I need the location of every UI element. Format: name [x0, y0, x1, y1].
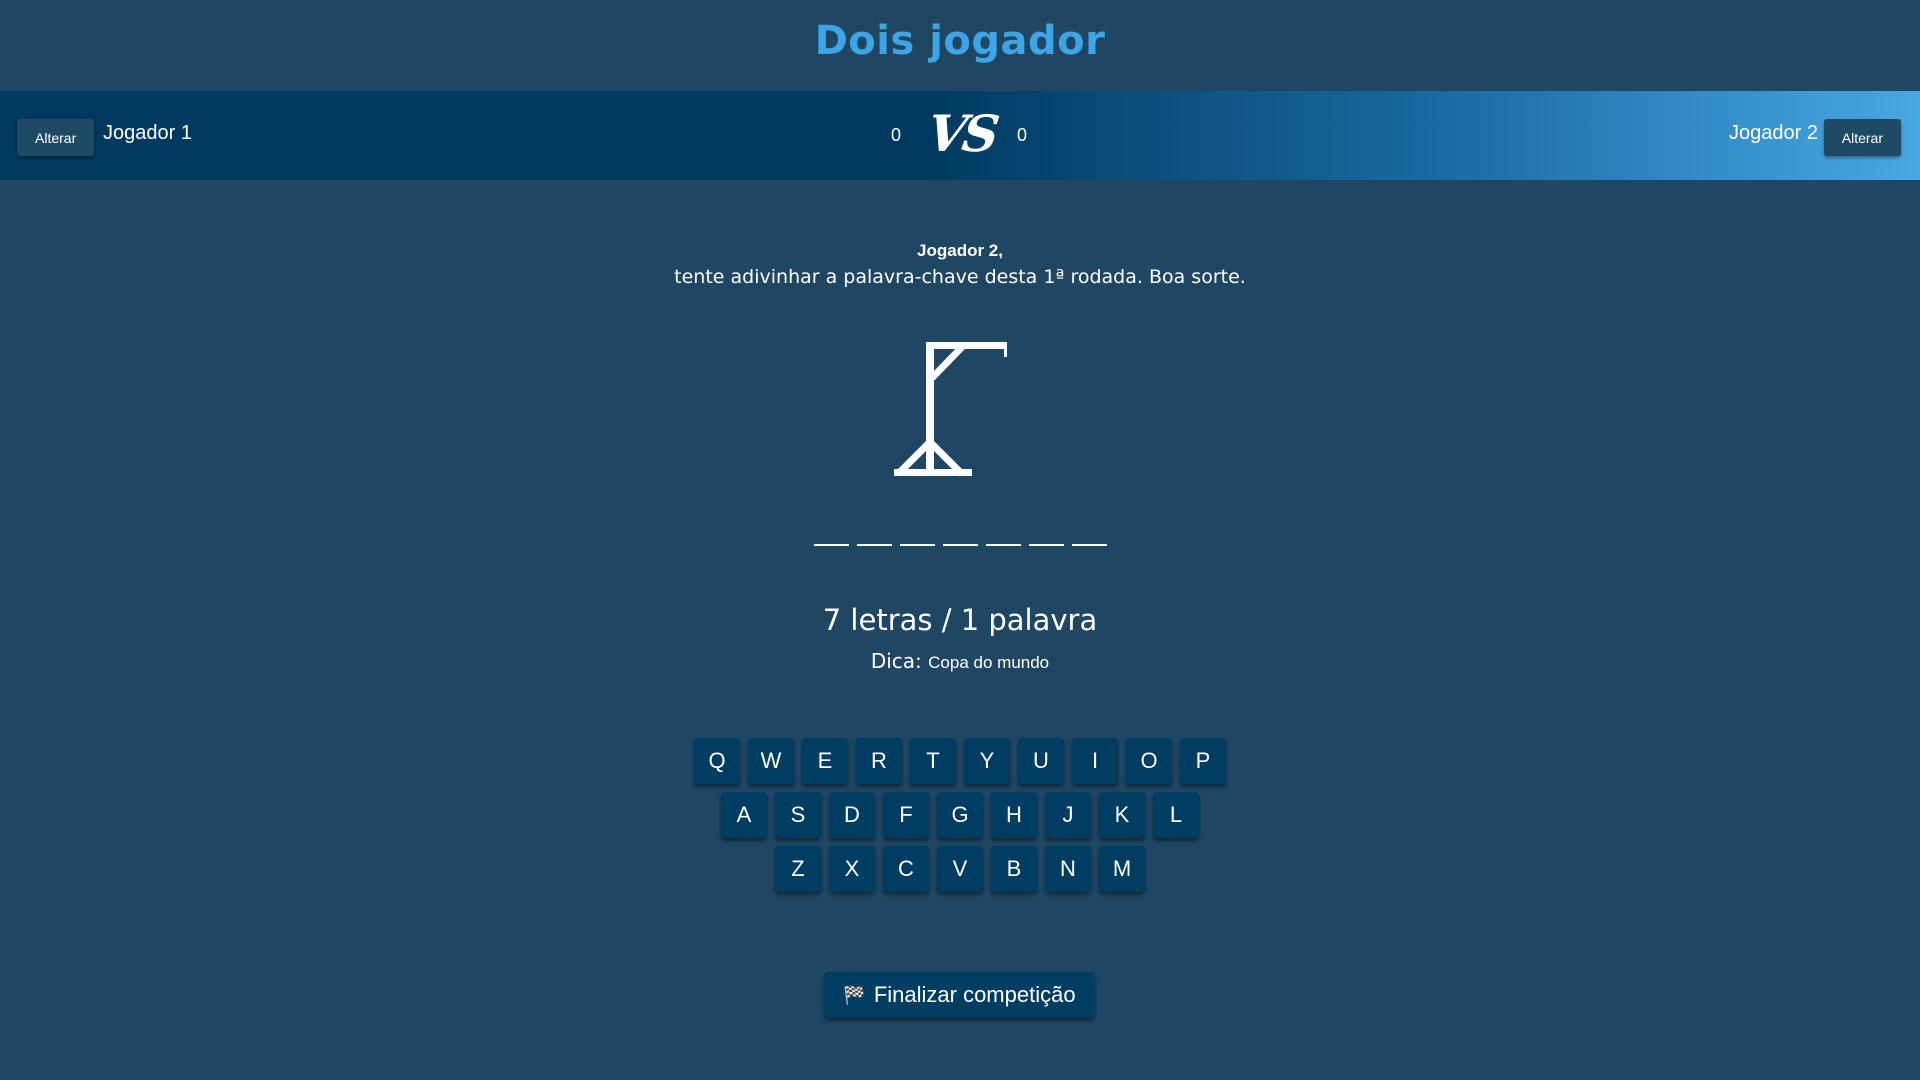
key-g[interactable]: G	[937, 792, 983, 838]
word-blanks	[0, 520, 1920, 546]
letter-blank	[899, 520, 935, 546]
letter-blank	[813, 520, 849, 546]
key-n[interactable]: N	[1045, 846, 1091, 892]
checkered-flag-icon: 🏁	[843, 984, 866, 1005]
letter-blank	[1028, 520, 1064, 546]
key-f[interactable]: F	[883, 792, 929, 838]
key-y[interactable]: Y	[964, 738, 1010, 784]
key-i[interactable]: I	[1072, 738, 1118, 784]
round-message: Jogador 2, tente adivinhar a palavra-cha…	[0, 237, 1920, 291]
letter-blank	[856, 520, 892, 546]
alter-player1-button[interactable]: Alterar	[17, 119, 95, 156]
key-j[interactable]: J	[1045, 792, 1091, 838]
key-e[interactable]: E	[802, 738, 848, 784]
key-b[interactable]: B	[991, 846, 1037, 892]
key-m[interactable]: M	[1099, 846, 1145, 892]
key-x[interactable]: X	[829, 846, 875, 892]
key-v[interactable]: V	[937, 846, 983, 892]
letter-blank	[985, 520, 1021, 546]
key-p[interactable]: P	[1180, 738, 1226, 784]
key-a[interactable]: A	[721, 792, 767, 838]
vs-label: VS	[923, 104, 1000, 163]
word-info: 7 letras / 1 palavra	[822, 603, 1098, 637]
key-o[interactable]: O	[1126, 738, 1172, 784]
finish-competition-button[interactable]: 🏁 Finalizar competição	[824, 972, 1095, 1018]
keyboard-row: ASDFGHJKL	[0, 792, 1920, 838]
scoreboard: Alterar Jogador 1 0 VS 0 Jogador 2 Alter…	[0, 91, 1920, 180]
keyboard-row: ZXCVBNM	[0, 846, 1920, 892]
key-w[interactable]: W	[748, 738, 794, 784]
key-l[interactable]: L	[1153, 792, 1199, 838]
hint-value: Copa do mundo	[928, 653, 1050, 672]
key-h[interactable]: H	[991, 792, 1037, 838]
round-player: Jogador 2,	[917, 241, 1003, 260]
key-z[interactable]: Z	[775, 846, 821, 892]
finish-label: Finalizar competição	[873, 982, 1076, 1007]
key-r[interactable]: R	[856, 738, 902, 784]
player1-name: Jogador 1	[103, 122, 192, 144]
key-d[interactable]: D	[829, 792, 875, 838]
player1-score: 0	[891, 125, 902, 145]
key-k[interactable]: K	[1099, 792, 1145, 838]
hint: Dica: Copa do mundo	[0, 649, 1920, 673]
round-instruction: tente adivinhar a palavra-chave desta 1ª…	[674, 266, 1246, 288]
hint-label: Dica:	[870, 649, 922, 673]
letter-blank	[942, 520, 978, 546]
key-t[interactable]: T	[910, 738, 956, 784]
keyboard-row: QWERTYUIOP	[0, 738, 1920, 784]
page-title: Dois jogador	[814, 18, 1106, 64]
key-s[interactable]: S	[775, 792, 821, 838]
letter-blank	[1071, 520, 1107, 546]
player2-score: 0	[1017, 125, 1028, 145]
key-u[interactable]: U	[1018, 738, 1064, 784]
letter-keyboard: QWERTYUIOP ASDFGHJKL ZXCVBNM	[0, 738, 1920, 900]
player2-name: Jogador 2	[1729, 122, 1818, 144]
key-q[interactable]: Q	[694, 738, 740, 784]
alter-player2-button[interactable]: Alterar	[1823, 119, 1901, 156]
gallows-icon	[894, 342, 1007, 477]
key-c[interactable]: C	[883, 846, 929, 892]
